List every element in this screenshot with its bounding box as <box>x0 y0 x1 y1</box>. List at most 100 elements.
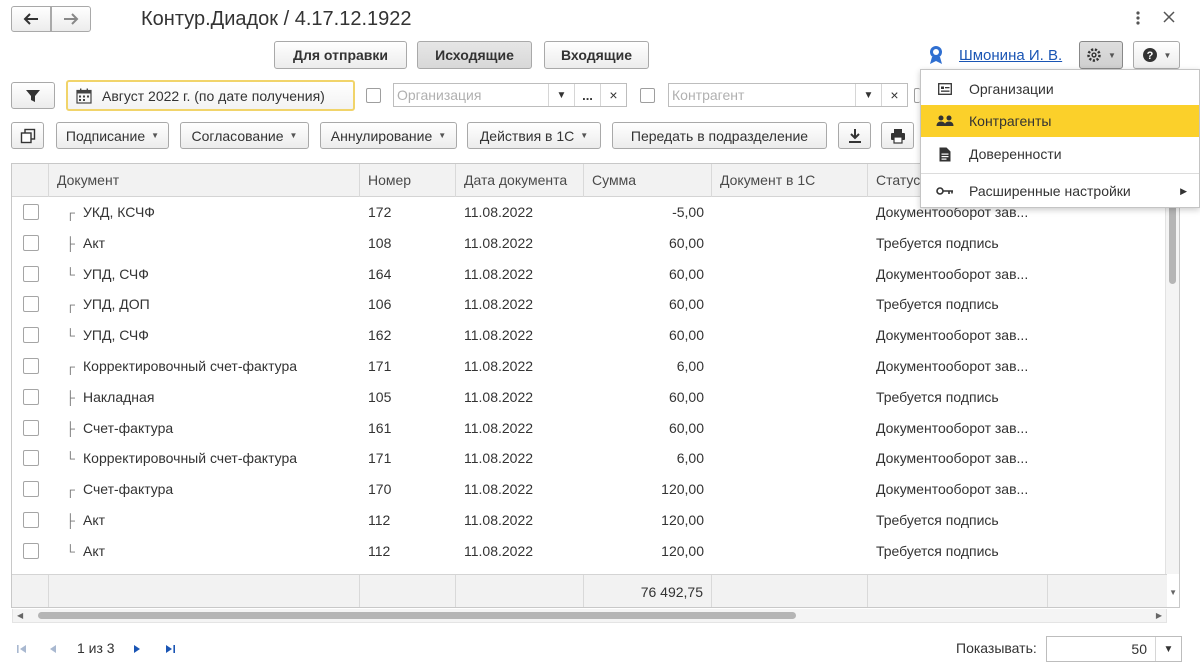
row-checkbox[interactable] <box>23 358 39 374</box>
page-size-select[interactable]: 50 ▼ <box>1046 636 1182 662</box>
help-menu-button[interactable]: ? ▼ <box>1133 41 1180 69</box>
prev-page-icon[interactable] <box>48 642 58 658</box>
cell-date: 11.08.2022 <box>464 512 534 528</box>
horizontal-scrollbar[interactable]: ◀ ▶ <box>12 609 1167 623</box>
row-checkbox[interactable] <box>23 512 39 528</box>
for-sending-button[interactable]: Для отправки <box>274 41 407 69</box>
table-row[interactable]: ├ Счет-фактура 161 11.08.2022 60,00 Документо… <box>12 413 1167 444</box>
table-row[interactable]: ├ Акт 112 11.08.2022 120,00 Требуется подпись <box>12 505 1167 536</box>
outgoing-button[interactable]: Исходящие <box>417 41 532 69</box>
incoming-button[interactable]: Входящие <box>544 41 649 69</box>
row-checkbox[interactable] <box>23 296 39 313</box>
forward-button[interactable] <box>51 6 91 32</box>
chevron-down-icon[interactable]: ▼ <box>548 84 574 106</box>
last-page-icon[interactable] <box>164 642 176 658</box>
cell-doc-1c <box>712 228 868 259</box>
scroll-down-arrow[interactable]: ▼ <box>1169 588 1177 597</box>
period-selector[interactable]: Август 2022 г. (по дате получения) <box>66 80 355 111</box>
cell-doc-1c <box>712 413 868 444</box>
table-row[interactable]: ├ Накладная 105 11.08.2022 60,00 Требуется по… <box>12 382 1167 413</box>
close-icon[interactable] <box>1162 10 1176 24</box>
page-size-value: 50 <box>1131 641 1147 657</box>
row-checkbox[interactable] <box>23 450 39 467</box>
menu-item-power-of-attorney[interactable]: Доверенности <box>921 138 1199 170</box>
table-row[interactable]: └ УПД, СЧФ 164 11.08.2022 60,00 Документообор… <box>12 259 1167 290</box>
table-row[interactable]: ├ Акт 108 11.08.2022 60,00 Требуется подпись <box>12 228 1167 259</box>
organization-field[interactable]: Организация ▼ ... × <box>393 83 627 107</box>
arrow-right-icon <box>64 13 79 25</box>
row-checkbox[interactable] <box>23 388 39 405</box>
filter-button[interactable] <box>11 82 55 109</box>
horizontal-scroll-thumb[interactable] <box>38 612 796 619</box>
scroll-right-arrow[interactable]: ▶ <box>1156 611 1162 620</box>
vertical-scroll-thumb[interactable] <box>1169 199 1176 284</box>
chevron-down-icon: ▼ <box>1108 50 1116 60</box>
actions-1c-button[interactable]: Действия в 1С ▼ <box>467 122 601 149</box>
table-row[interactable]: └ Акт 112 11.08.2022 120,00 Требуется подпись <box>12 536 1167 567</box>
user-name-link[interactable]: Шмонина И. В. <box>959 47 1062 64</box>
row-checkbox[interactable] <box>23 327 39 344</box>
tree-connector-icon: ┌ <box>65 205 75 220</box>
table-row[interactable]: └ Корректировочный счет-фактура 171 11.08.2… <box>12 443 1167 474</box>
transfer-to-department-button[interactable]: Передать в подразделение <box>612 122 827 149</box>
row-checkbox[interactable] <box>23 481 39 498</box>
tree-connector-icon: └ <box>65 543 75 559</box>
column-header-document[interactable]: Документ <box>49 164 360 197</box>
menu-divider <box>921 173 1199 174</box>
row-checkbox[interactable] <box>23 419 39 436</box>
cancellation-button[interactable]: Аннулирование ▼ <box>320 122 457 149</box>
row-checkbox[interactable] <box>23 542 39 559</box>
document-name: Счет-фактура <box>83 481 174 498</box>
select-dots-button[interactable]: ... <box>574 84 600 106</box>
next-page-icon[interactable] <box>132 642 142 658</box>
cell-sum: 6,00 <box>676 450 704 467</box>
menu-item-organizations[interactable]: Организации <box>921 73 1199 105</box>
cell-sum: 60,00 <box>668 327 704 344</box>
column-header-doc-1c[interactable]: Документ в 1С <box>712 164 868 197</box>
first-page-icon[interactable] <box>16 642 28 658</box>
vertical-dots-icon[interactable] <box>1133 8 1143 28</box>
cell-number: 171 <box>368 450 392 467</box>
vertical-scrollbar[interactable] <box>1165 197 1179 574</box>
counterparty-field[interactable]: Контрагент ▼ × <box>668 83 908 107</box>
table-row[interactable]: └ УПД, СЧФ 162 11.08.2022 60,00 Документообор… <box>12 320 1167 351</box>
back-button[interactable] <box>11 6 51 32</box>
document-name: УПД, СЧФ <box>83 265 149 282</box>
approval-button[interactable]: Согласование ▼ <box>180 122 309 149</box>
cell-sum: 120,00 <box>661 481 704 498</box>
scroll-left-arrow[interactable]: ◀ <box>17 611 23 620</box>
table-row[interactable]: ┌ Корректировочный счет-фактура 171 11.08.2… <box>12 351 1167 382</box>
cell-document: ├ Акт <box>49 505 360 536</box>
menu-item-counterparties[interactable]: Контрагенты <box>921 105 1199 137</box>
print-button[interactable] <box>881 122 914 149</box>
chevron-down-icon[interactable]: ▼ <box>1155 637 1181 661</box>
copy-button[interactable] <box>11 122 44 149</box>
clear-button[interactable]: × <box>600 84 626 106</box>
cell-sum: 60,00 <box>668 388 704 405</box>
counterparty-filter-checkbox[interactable] <box>640 88 655 103</box>
row-checkbox[interactable] <box>23 204 39 220</box>
column-header-number[interactable]: Номер <box>360 164 456 197</box>
cell-date: 11.08.2022 <box>464 358 534 374</box>
copy-icon <box>20 128 35 143</box>
tree-connector-icon: ├ <box>65 235 75 251</box>
download-button[interactable] <box>838 122 871 149</box>
organization-filter-checkbox[interactable] <box>366 88 381 103</box>
chevron-down-icon[interactable]: ▼ <box>855 84 881 106</box>
column-header-sum[interactable]: Сумма <box>584 164 712 197</box>
cell-status: Требуется подпись <box>876 388 999 405</box>
menu-item-advanced-settings[interactable]: Расширенные настройки ▶ <box>921 175 1199 207</box>
cell-number: 112 <box>368 512 391 528</box>
cell-number: 162 <box>368 327 392 344</box>
column-header-date[interactable]: Дата документа <box>456 164 584 197</box>
settings-menu-button[interactable]: ▼ <box>1079 41 1123 69</box>
documents-table: Документ Номер Дата документа Сумма Доку… <box>11 163 1180 608</box>
row-checkbox[interactable] <box>23 234 39 251</box>
table-row[interactable]: ┌ Счет-фактура 170 11.08.2022 120,00 Документ… <box>12 474 1167 505</box>
clear-button[interactable]: × <box>881 84 907 106</box>
document-name: УКД, КСЧФ <box>83 204 155 220</box>
row-checkbox[interactable] <box>23 265 39 282</box>
signing-button[interactable]: Подписание ▼ <box>56 122 169 149</box>
download-icon <box>848 128 861 143</box>
table-row[interactable]: ┌ УПД, ДОП 106 11.08.2022 60,00 Требуется под… <box>12 289 1167 320</box>
